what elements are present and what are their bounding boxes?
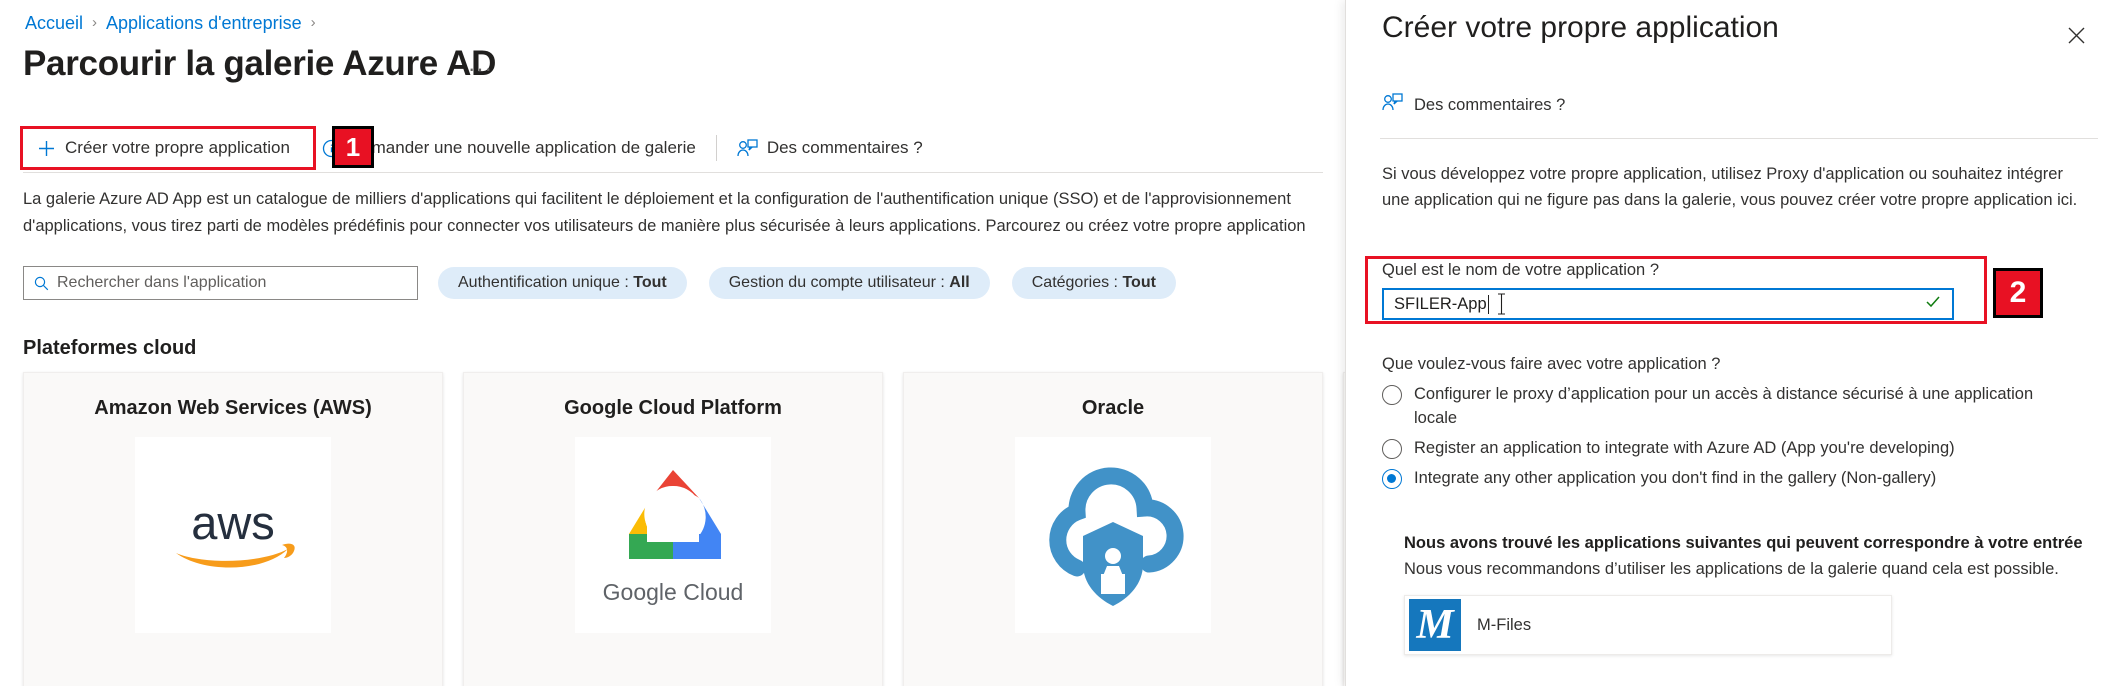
gallery-card-aws-title: Amazon Web Services (AWS) [94,397,372,419]
recommendation-subtitle: Nous vous recommandons d’utiliser les ap… [1404,560,2059,578]
radio-option-app-proxy[interactable]: Configurer le proxy d’application pour u… [1382,382,2082,430]
filter-chip-sso-value: Tout [633,274,667,291]
panel-feedback-label: Des commentaires ? [1414,95,1566,114]
breadcrumb-item-applications-entreprise[interactable]: Applications d'entreprise [106,12,302,34]
application-name-value: SFILER-App [1394,294,1487,313]
recommendation-title: Nous avons trouvé les applications suiva… [1404,534,2083,552]
gallery-card-aws[interactable]: Amazon Web Services (AWS) aws [23,372,443,686]
search-placeholder: Rechercher dans l'application [57,274,267,291]
annotation-badge-2: 2 [1993,268,2043,318]
application-name-input[interactable]: SFILER-App [1382,288,1954,320]
create-own-application-panel: Créer votre propre application Des comme… [1345,0,2117,686]
filter-row: Rechercher dans l'application Authentifi… [23,266,1176,300]
panel-divider [1380,138,2098,139]
filter-chip-sso[interactable]: Authentification unique : Tout [438,267,687,299]
list-item[interactable]: M M-Files [1404,595,1892,655]
gallery-card-google-cloud[interactable]: Google Cloud Platform Google Cloud [463,372,883,686]
breadcrumb-item-accueil[interactable]: Accueil [25,12,83,34]
checkmark-icon [1924,293,1942,316]
chevron-right-icon: › [92,14,98,31]
feedback-button[interactable]: Des commentaires ? [723,128,937,168]
radio-option-register-app-label: Register an application to integrate wit… [1414,439,1955,457]
recommendation-item-label: M-Files [1477,615,1532,634]
m-files-logo-icon: M [1409,599,1461,651]
plus-icon [37,139,56,158]
panel-title: Créer votre propre application [1382,11,1779,44]
radio-option-non-gallery-label: Integrate any other application you don'… [1414,469,1937,487]
search-input[interactable]: Rechercher dans l'application [23,266,418,300]
application-action-radio-group: Configurer le proxy d’application pour u… [1382,382,2082,496]
command-bar: Créer votre propre application Demander … [0,126,1345,170]
create-own-application-button[interactable]: Créer votre propre application [23,128,304,168]
radio-option-app-proxy-label: Configurer le proxy d’application pour u… [1414,385,2034,427]
gallery-cards: Amazon Web Services (AWS) aws Google Clo… [23,372,1345,686]
google-cloud-logo: Google Cloud [575,437,771,633]
annotation-badge-1: 1 [332,126,374,168]
section-title-cloud-platforms: Plateformes cloud [23,337,197,359]
gallery-description: La galerie Azure AD App est un catalogue… [23,190,1306,235]
feedback-person-icon [737,138,758,158]
create-own-application-label: Créer votre propre application [65,138,290,157]
breadcrumb: Accueil › Applications d'entreprise › [25,12,316,34]
application-name-label: Quel est le nom de votre application ? [1382,261,1659,279]
filter-chip-user-account-management-value: All [949,274,970,291]
radio-button-register-app[interactable] [1382,439,1402,459]
feedback-person-icon [1382,93,1403,117]
command-bar-separator [23,172,1323,173]
filter-chip-sso-label: Authentification unique : [458,274,629,291]
filter-chip-user-account-management-label: Gestion du compte utilisateur : [728,274,945,291]
radio-button-non-gallery[interactable] [1382,469,1402,489]
radio-button-app-proxy[interactable] [1382,385,1402,405]
recommendation-block: Nous avons trouvé les applications suiva… [1404,531,2084,655]
page-title: Parcourir la galerie Azure AD [23,44,497,83]
filter-chip-user-account-management[interactable]: Gestion du compte utilisateur : All [708,267,990,299]
radio-option-non-gallery[interactable]: Integrate any other application you don'… [1382,466,2082,490]
close-icon[interactable] [2059,18,2093,52]
gallery-card-google-cloud-title: Google Cloud Platform [564,397,782,419]
filter-chip-categories-label: Catégories : [1031,274,1118,291]
gallery-card-oracle[interactable]: Oracle [903,372,1323,686]
radio-option-register-app[interactable]: Register an application to integrate wit… [1382,436,2082,460]
panel-feedback-button[interactable]: Des commentaires ? [1382,93,1565,117]
svg-text:Google Cloud: Google Cloud [603,579,744,605]
command-bar-divider [715,135,717,161]
feedback-label: Des commentaires ? [766,138,923,157]
gallery-card-oracle-title: Oracle [1081,397,1145,419]
search-icon [34,276,49,291]
chevron-right-icon-2: › [310,14,316,31]
filter-chip-categories[interactable]: Catégories : Tout [1011,267,1176,299]
filter-chip-categories-value: Tout [1122,274,1156,291]
text-caret [1487,294,1489,314]
application-action-label: Que voulez-vous faire avec votre applica… [1382,355,1721,373]
oracle-cloud-logo [1015,437,1211,633]
page-more-options-icon[interactable]: ··· [468,56,493,82]
app-root: Accueil › Applications d'entreprise › Pa… [0,0,2117,686]
svg-text:aws: aws [191,496,275,549]
request-gallery-application-label: Demander une nouvelle application de gal… [349,138,696,157]
aws-logo: aws [135,437,331,633]
panel-description: Si vous développez votre propre applicat… [1382,165,2078,209]
main-content: Accueil › Applications d'entreprise › Pa… [0,0,1345,686]
